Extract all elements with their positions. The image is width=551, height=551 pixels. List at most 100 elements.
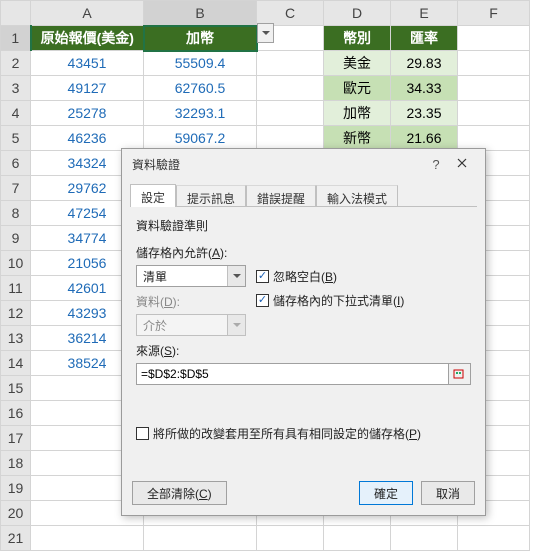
col-header-d[interactable]: D: [324, 1, 391, 26]
row-header[interactable]: 12: [1, 301, 31, 326]
cell[interactable]: 59067.2: [144, 126, 257, 151]
help-button[interactable]: ?: [423, 157, 449, 172]
row-header[interactable]: 5: [1, 126, 31, 151]
row-header[interactable]: 18: [1, 451, 31, 476]
row-header[interactable]: 14: [1, 351, 31, 376]
cell[interactable]: 21.66: [391, 126, 458, 151]
col-header-b[interactable]: B: [144, 1, 257, 26]
apply-all-checkbox[interactable]: 將所做的改變套用至所有具有相同設定的儲存格(P): [136, 425, 471, 442]
cell[interactable]: [257, 126, 324, 151]
cell[interactable]: [257, 526, 324, 551]
row-header[interactable]: 2: [1, 51, 31, 76]
cell[interactable]: 55509.4: [144, 51, 257, 76]
row-header[interactable]: 21: [1, 526, 31, 551]
tab-settings[interactable]: 設定: [130, 184, 176, 207]
close-button[interactable]: [449, 157, 475, 171]
row-header[interactable]: 7: [1, 176, 31, 201]
cell[interactable]: [31, 526, 144, 551]
row-header[interactable]: 3: [1, 76, 31, 101]
row-header[interactable]: 1: [1, 26, 31, 51]
group-label: 資料驗證準則: [136, 217, 471, 234]
cell[interactable]: 匯率: [391, 26, 458, 51]
cell[interactable]: [324, 526, 391, 551]
cell[interactable]: 幣別: [324, 26, 391, 51]
range-picker-button[interactable]: [449, 363, 471, 385]
cell[interactable]: [144, 526, 257, 551]
row-header[interactable]: 4: [1, 101, 31, 126]
row-header[interactable]: 8: [1, 201, 31, 226]
cell[interactable]: 新幣: [324, 126, 391, 151]
clear-all-button[interactable]: 全部清除(C): [132, 481, 227, 505]
row-header[interactable]: 15: [1, 376, 31, 401]
cell[interactable]: 62760.5: [144, 76, 257, 101]
checkbox-icon: [256, 294, 269, 307]
row-header[interactable]: 20: [1, 501, 31, 526]
cell[interactable]: 49127: [31, 76, 144, 101]
checkbox-icon: [136, 427, 149, 440]
data-validation-dialog: 資料驗證 ? 設定 提示訊息 錯誤提醒 輸入法模式 資料驗證準則 儲存格內允許(…: [121, 148, 486, 516]
cell[interactable]: 46236: [31, 126, 144, 151]
cell[interactable]: [257, 76, 324, 101]
cell[interactable]: [458, 126, 530, 151]
allow-label: 儲存格內允許(A):: [136, 244, 471, 261]
cell[interactable]: 原始報價(美金): [31, 26, 144, 51]
cell[interactable]: [458, 526, 530, 551]
chevron-down-icon: [227, 266, 245, 286]
cell[interactable]: [458, 101, 530, 126]
allow-combo[interactable]: 清單: [136, 265, 246, 287]
dialog-body: 資料驗證準則 儲存格內允許(A): 清單 忽略空白(B) 資料(D): 介於: [122, 207, 485, 452]
chevron-down-icon: [262, 31, 270, 35]
cell[interactable]: [391, 526, 458, 551]
cell[interactable]: 美金: [324, 51, 391, 76]
row-header[interactable]: 10: [1, 251, 31, 276]
dropdown-button[interactable]: [257, 23, 274, 43]
chevron-down-icon: [227, 315, 245, 335]
tab-bar: 設定 提示訊息 錯誤提醒 輸入法模式: [130, 183, 477, 207]
row-header[interactable]: 19: [1, 476, 31, 501]
row-header[interactable]: 16: [1, 401, 31, 426]
row-header[interactable]: 9: [1, 226, 31, 251]
row-header[interactable]: 13: [1, 326, 31, 351]
cell[interactable]: 25278: [31, 101, 144, 126]
col-header-e[interactable]: E: [391, 1, 458, 26]
cell[interactable]: [458, 26, 530, 51]
cell[interactable]: 29.83: [391, 51, 458, 76]
source-label: 來源(S):: [136, 342, 471, 359]
row-header[interactable]: 11: [1, 276, 31, 301]
tab-error-alert[interactable]: 錯誤提醒: [246, 185, 316, 206]
checkbox-label: 將所做的改變套用至所有具有相同設定的儲存格(P): [153, 425, 421, 442]
cell[interactable]: [458, 51, 530, 76]
row-header[interactable]: 17: [1, 426, 31, 451]
dialog-title: 資料驗證: [132, 156, 180, 173]
cell[interactable]: [257, 51, 324, 76]
corner-cell[interactable]: [1, 1, 31, 26]
allow-value: 清單: [137, 268, 227, 285]
cell[interactable]: 加幣: [324, 101, 391, 126]
dialog-footer: 全部清除(C) 確定 取消: [132, 481, 475, 505]
cell-selected[interactable]: 加幣: [144, 26, 257, 51]
tab-ime-mode[interactable]: 輸入法模式: [316, 185, 398, 206]
cell[interactable]: 43451: [31, 51, 144, 76]
ignore-blank-checkbox[interactable]: 忽略空白(B): [256, 268, 337, 285]
cancel-button[interactable]: 取消: [421, 481, 475, 505]
row-header[interactable]: 6: [1, 151, 31, 176]
col-header-a[interactable]: A: [31, 1, 144, 26]
cell[interactable]: 34.33: [391, 76, 458, 101]
tab-input-message[interactable]: 提示訊息: [176, 185, 246, 206]
source-input[interactable]: [136, 363, 449, 385]
ok-button[interactable]: 確定: [359, 481, 413, 505]
col-header-f[interactable]: F: [458, 1, 530, 26]
dropdown-checkbox[interactable]: 儲存格內的下拉式清單(I): [256, 292, 404, 309]
cell[interactable]: 32293.1: [144, 101, 257, 126]
cell[interactable]: [257, 101, 324, 126]
data-value: 介於: [137, 317, 227, 334]
cell[interactable]: 23.35: [391, 101, 458, 126]
col-header-c[interactable]: C: [257, 1, 324, 26]
cell[interactable]: 歐元: [324, 76, 391, 101]
dialog-titlebar[interactable]: 資料驗證 ?: [122, 149, 485, 179]
cell[interactable]: [458, 76, 530, 101]
checkbox-label: 儲存格內的下拉式清單(I): [273, 292, 404, 309]
close-icon: [457, 158, 467, 168]
checkbox-icon: [256, 270, 269, 283]
checkbox-label: 忽略空白(B): [273, 268, 337, 285]
